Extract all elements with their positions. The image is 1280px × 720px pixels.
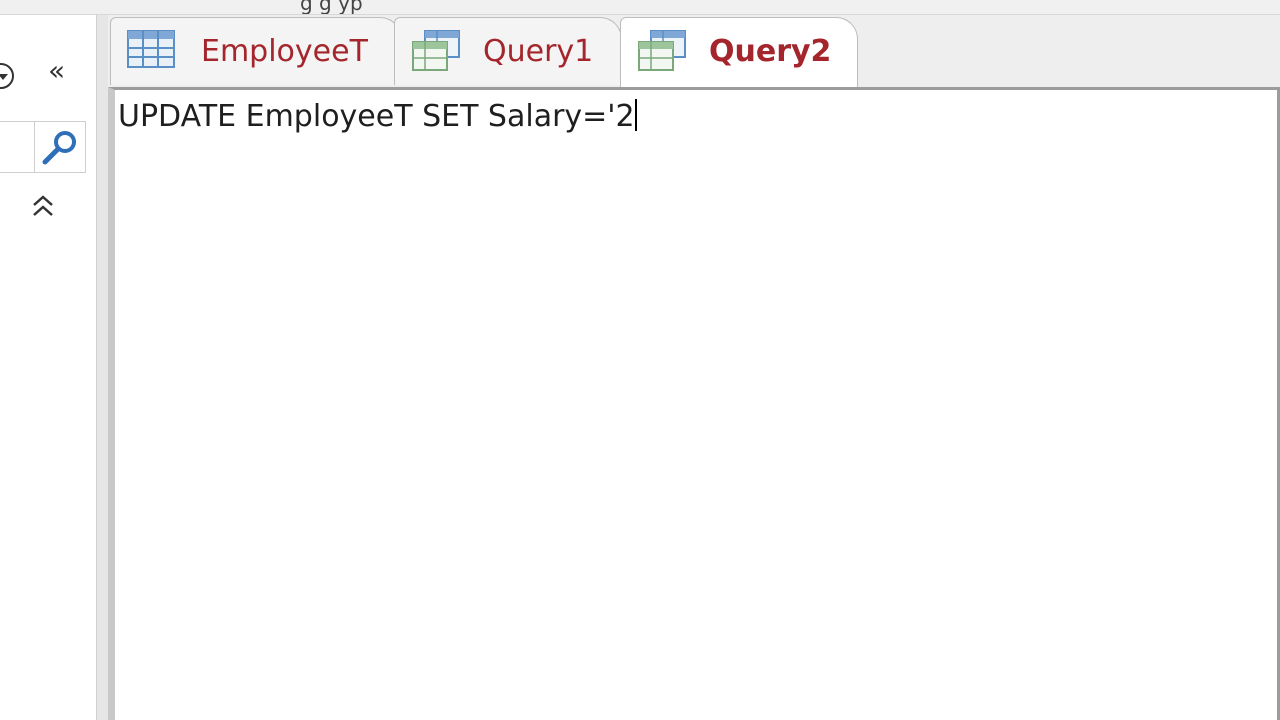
table-icon xyxy=(127,30,177,74)
tab-label: Query2 xyxy=(709,34,832,69)
search-button[interactable] xyxy=(34,121,86,173)
sql-editor[interactable]: UPDATE EmployeeT SET Salary='2 xyxy=(108,87,1280,720)
sql-text-line: UPDATE EmployeeT SET Salary='2 xyxy=(118,99,637,134)
shutter-bar-close-button[interactable]: « xyxy=(48,57,65,85)
title-bar: g g yp xyxy=(0,0,1280,15)
title-text: g g yp xyxy=(300,0,363,15)
tab-query2[interactable]: Query2 xyxy=(620,17,858,88)
query-icon xyxy=(411,30,461,78)
search-icon xyxy=(42,131,76,165)
nav-menu-dropdown-icon[interactable] xyxy=(0,63,14,89)
sql-text: UPDATE EmployeeT SET Salary='2 xyxy=(118,99,635,134)
tab-employeet[interactable]: EmployeeT xyxy=(110,17,402,85)
document-tab-strip: EmployeeT Query1 Query2 xyxy=(108,15,1280,88)
double-chevron-up-icon xyxy=(33,195,53,216)
tab-label: EmployeeT xyxy=(201,34,368,69)
collapse-group-button[interactable] xyxy=(30,193,56,224)
tab-query1[interactable]: Query1 xyxy=(394,17,622,85)
tab-label: Query1 xyxy=(483,34,594,69)
navigation-pane: « xyxy=(0,15,96,720)
query-icon xyxy=(637,30,687,78)
search-input[interactable] xyxy=(0,121,35,173)
text-caret xyxy=(634,99,637,131)
